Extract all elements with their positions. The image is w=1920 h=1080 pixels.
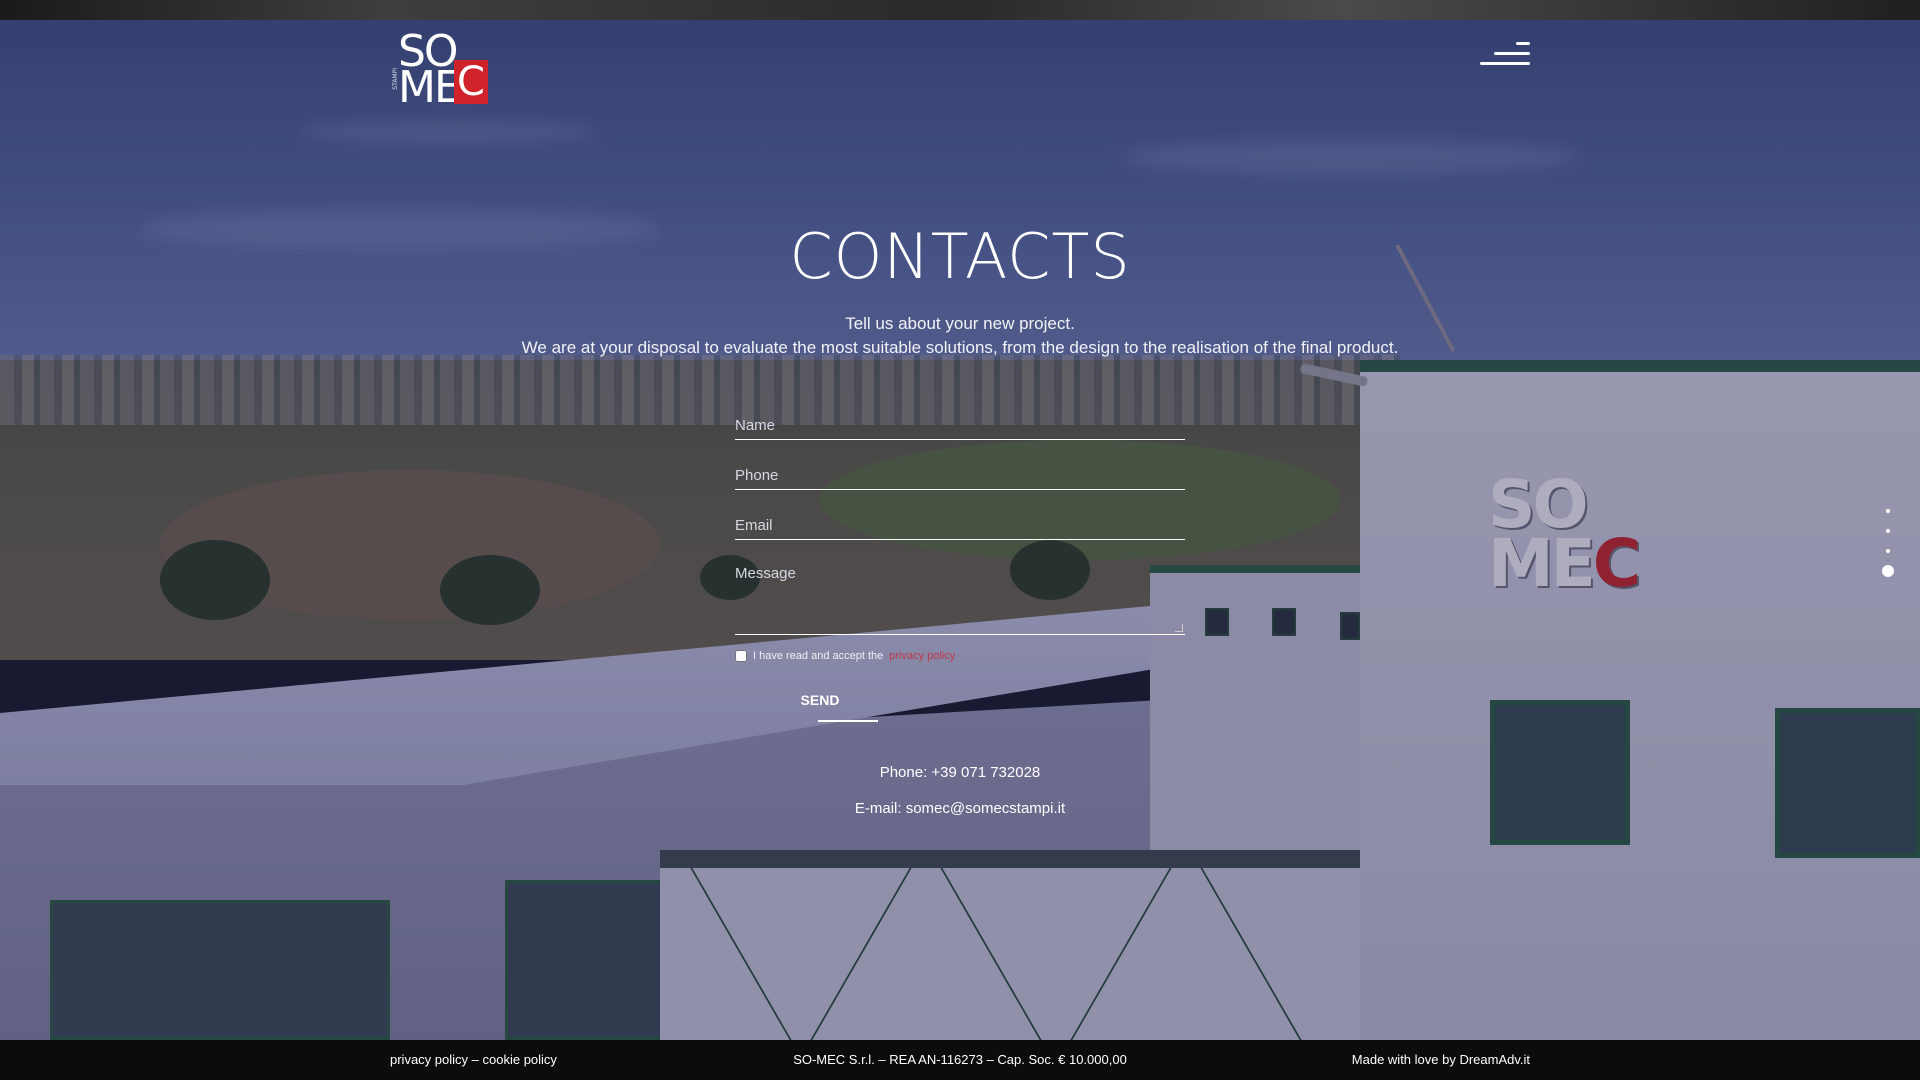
- slide-dot-1[interactable]: [1886, 509, 1890, 513]
- page-title: CONTACTS: [789, 220, 1131, 293]
- slide-dot-4-active[interactable]: [1882, 565, 1894, 577]
- footer-credits[interactable]: Made with love by DreamAdv.it: [1352, 1052, 1530, 1067]
- phone-input[interactable]: [735, 455, 1185, 489]
- intro-text: Tell us about your new project. We are a…: [0, 312, 1920, 360]
- intro-line-1: Tell us about your new project.: [845, 314, 1075, 333]
- contact-form: I have read and accept the privacy polic…: [735, 405, 1185, 662]
- message-field-wrapper: [735, 555, 1185, 635]
- name-field-wrapper: [735, 405, 1185, 440]
- intro-line-2: We are at your disposal to evaluate the …: [521, 338, 1399, 357]
- privacy-policy-link[interactable]: privacy policy: [889, 650, 955, 662]
- logo-link[interactable]: STAMPI SO ME C: [392, 30, 492, 110]
- hamburger-menu-icon[interactable]: [1478, 40, 1530, 70]
- send-underline: [818, 720, 878, 722]
- contact-phone[interactable]: Phone: +39 071 732028: [0, 764, 1920, 781]
- send-button[interactable]: SEND: [775, 692, 865, 708]
- consent-text: I have read and accept the: [753, 650, 884, 662]
- top-strip: [0, 0, 1920, 20]
- slide-dot-3[interactable]: [1886, 549, 1890, 553]
- contact-email[interactable]: E-mail: somec@somecstampi.it: [0, 800, 1920, 817]
- logo-red-letter: C: [454, 60, 488, 104]
- email-field-wrapper: [735, 505, 1185, 540]
- message-textarea[interactable]: [735, 555, 1185, 634]
- footer-company-info: SO-MEC S.r.l. – REA AN-116273 – Cap. Soc…: [793, 1052, 1127, 1067]
- privacy-consent: I have read and accept the privacy polic…: [735, 650, 1185, 662]
- name-input[interactable]: [735, 405, 1185, 439]
- logo-text-bottom: ME: [398, 62, 462, 113]
- privacy-checkbox[interactable]: [735, 650, 747, 662]
- textarea-resize-handle[interactable]: [1175, 624, 1183, 632]
- phone-field-wrapper: [735, 455, 1185, 490]
- email-input[interactable]: [735, 505, 1185, 539]
- slide-dot-2[interactable]: [1886, 529, 1890, 533]
- footer: privacy policy – cookie policy SO-MEC S.…: [0, 1040, 1920, 1080]
